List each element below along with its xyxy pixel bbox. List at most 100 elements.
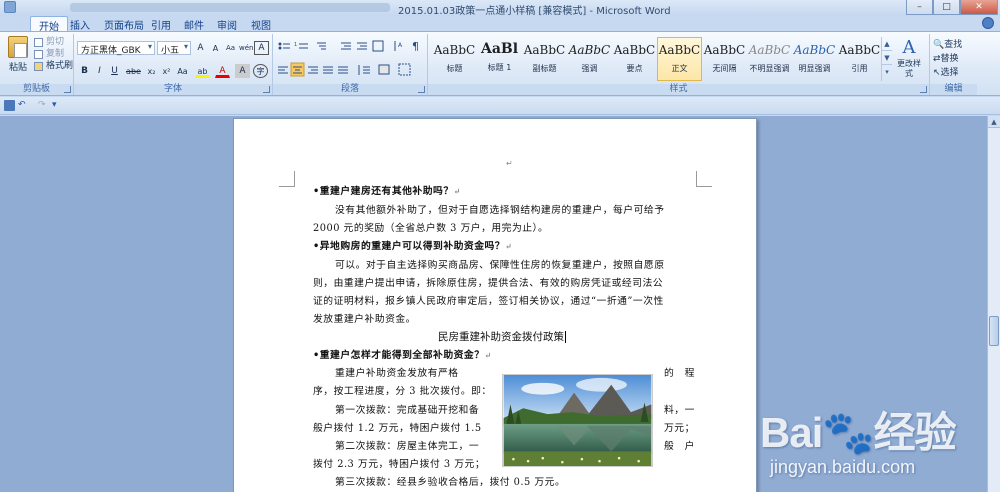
answer-3-right-5[interactable]: 般 户 (664, 438, 695, 452)
format-painter-button[interactable]: 格式刷 (34, 60, 73, 72)
paragraph-mark: ↵ (506, 159, 513, 168)
font-name-select[interactable]: 方正黑体_GBK (77, 41, 155, 56)
question-3[interactable]: •重建户怎样才能得到全部补助资金？↵ (313, 347, 492, 361)
undo-icon[interactable]: ↶ (18, 100, 29, 111)
shrink-font-button[interactable]: A (208, 41, 223, 55)
answer-2-line-4[interactable]: 发放重建户补助资金。 (313, 311, 416, 325)
question-1[interactable]: •重建户建房还有其他补助吗？↵ (313, 183, 461, 197)
answer-3-line-1[interactable]: 重建户补助资金发放有严格 (335, 365, 459, 379)
tab-review[interactable]: 审阅 (209, 16, 245, 32)
styles-launcher-icon[interactable] (920, 86, 927, 93)
answer-3-right-3[interactable]: 料，一 (664, 402, 695, 416)
gallery-down-icon[interactable]: ▼ (882, 51, 892, 65)
select-button[interactable]: ↖选择 (933, 66, 962, 80)
font-group-label: 字体 (74, 84, 272, 95)
tab-insert[interactable]: 插入 (62, 16, 98, 32)
change-styles-button[interactable]: A 更改样式 (894, 37, 924, 79)
scroll-thumb[interactable] (989, 316, 999, 346)
clipboard-group-label: 剪贴板 (0, 84, 73, 95)
style-sample: AaBbC (523, 43, 566, 57)
enclose-char-button[interactable]: 字 (253, 64, 268, 78)
char-border-button[interactable]: A (254, 41, 269, 55)
align-right-icon (308, 66, 318, 74)
answer-3-line-5[interactable]: 第二次拨款：房屋主体完工，一 (335, 438, 479, 452)
svg-text:A: A (398, 42, 403, 49)
customize-qat-icon[interactable]: ▾ (52, 100, 63, 111)
answer-3-line-4[interactable]: 般户拨付 1.2 万元，特困户拨付 1.5 (313, 420, 482, 434)
redo-icon[interactable]: ↷ (38, 100, 49, 111)
question-1-text: 重建户建房还有其他补助吗？ (319, 186, 454, 197)
font-launcher-icon[interactable] (263, 86, 270, 93)
document-page[interactable]: ↵ •重建户建房还有其他补助吗？↵ 没有其他额外补助了，但对于自愿选择钢结构建房… (233, 118, 757, 492)
style-strong[interactable]: AaBbC 要点 (612, 37, 657, 81)
office-button-area[interactable] (4, 1, 16, 13)
svg-text:1: 1 (294, 42, 297, 48)
copy-icon (34, 49, 43, 59)
section-title[interactable]: 民房重建补助资金拨付政策 (438, 329, 566, 344)
style-name: 要点 (626, 64, 643, 73)
gallery-up-icon[interactable]: ▲ (882, 37, 892, 51)
baidu-watermark: Bai🐾经验 jingyan.baidu.com (760, 395, 990, 490)
maximize-button[interactable]: □ (933, 0, 960, 15)
style-intense-emphasis[interactable]: AaBbC 明显强调 (792, 37, 837, 81)
font-size-select[interactable]: 小五 (157, 41, 191, 56)
style-emphasis[interactable]: AaBbC 强调 (567, 37, 612, 81)
replace-button[interactable]: ⇄替换 (933, 52, 962, 66)
char-shading-button[interactable]: A (235, 64, 250, 78)
style-quote[interactable]: AaBbC 引用 (837, 37, 882, 81)
answer-3-line-7[interactable]: 第三次拨款：经县乡验收合格后，拨付 0.5 万元。 (335, 474, 565, 488)
cut-button[interactable]: 剪切 (34, 36, 73, 48)
borders-icon (398, 63, 411, 76)
answer-3-line-3[interactable]: 第一次拨款：完成基础开挖和备 (335, 402, 479, 416)
answer-3-right-1[interactable]: 的 程 (664, 365, 695, 379)
style-heading-1[interactable]: AaBl 标题 1 (477, 37, 522, 81)
superscript-button[interactable]: x² (159, 64, 174, 78)
answer-2-line-2[interactable]: 则，由重建户提出申请，拆除原住房，提供合法、有效的购房凭证或经司法公 (313, 275, 663, 289)
bold-button[interactable]: B (77, 64, 92, 78)
style-subtitle[interactable]: AaBbC 副标题 (522, 37, 567, 81)
change-case-button[interactable]: Aa (175, 64, 190, 78)
paragraph-launcher-icon[interactable] (418, 86, 425, 93)
highlight-button[interactable]: ab (195, 64, 210, 78)
tab-view[interactable]: 视图 (243, 16, 279, 32)
style-normal[interactable]: AaBbC 正文 (657, 37, 702, 81)
tab-references[interactable]: 引用 (143, 16, 179, 32)
gallery-more-icon[interactable]: ▾ (882, 65, 892, 79)
close-button[interactable]: ✕ (960, 0, 998, 15)
tab-mailings[interactable]: 邮件 (176, 16, 212, 32)
minimize-button[interactable]: – (906, 0, 933, 15)
italic-button[interactable]: I (92, 64, 107, 78)
paste-button[interactable]: 粘贴 (4, 36, 32, 82)
answer-1-line-1[interactable]: 没有其他额外补助了，但对于自愿选择钢结构建房的重建户，每户可给予 (335, 202, 665, 216)
underline-button[interactable]: U (107, 64, 122, 78)
clear-format-button[interactable]: Aa (223, 41, 238, 55)
answer-2-line-1[interactable]: 可以。对于自主选择购买商品房、保障性住房的恢复重建户，按照自愿原 (335, 257, 665, 271)
phonetic-guide-button[interactable]: wén (238, 41, 253, 55)
subscript-button[interactable]: x₂ (144, 64, 159, 78)
question-2[interactable]: •异地购房的重建户可以得到补助资金吗？↵ (313, 238, 512, 252)
office-icon[interactable] (4, 1, 16, 13)
answer-2-line-3[interactable]: 证的证明材料，报乡镇人民政府审定后，签订相关协议，通过“一折通”一次性 (313, 293, 664, 307)
clipboard-launcher-icon[interactable] (64, 86, 71, 93)
answer-3-line-2[interactable]: 序，按工程进度，分 3 批次拨付。即： (313, 383, 492, 397)
show-marks-icon: ¶ (412, 40, 419, 53)
style-no-spacing[interactable]: AaBbC 无间隔 (702, 37, 747, 81)
copy-button[interactable]: 复制 (34, 48, 73, 60)
scroll-up-icon[interactable]: ▲ (988, 116, 1000, 128)
gallery-scroll[interactable]: ▲ ▼ ▾ (881, 37, 892, 81)
answer-1-line-2[interactable]: 2000 元的奖励（全省总户数 3 万户，用完为止）。 (313, 220, 548, 234)
answer-3-line-6[interactable]: 拨付 2.3 万元，特困户拨付 3 万元； (313, 456, 485, 470)
landscape-photo[interactable] (502, 374, 653, 467)
help-icon[interactable] (982, 17, 994, 29)
strikethrough-button[interactable]: abe (125, 64, 142, 78)
styles-group-label: 样式 (428, 84, 929, 95)
style-subtle-emphasis[interactable]: AaBbC 不明显强调 (747, 37, 792, 81)
save-icon[interactable] (4, 100, 15, 111)
grow-font-button[interactable]: A (193, 41, 208, 55)
font-color-button[interactable]: A (215, 64, 230, 78)
answer-3-right-4[interactable]: 万元； (664, 420, 695, 434)
paragraph-group-label: 段落 (273, 84, 427, 95)
find-button[interactable]: 🔍查找 (933, 38, 962, 52)
style-title[interactable]: AaBbC 标题 (432, 37, 477, 81)
paragraph-icons[interactable]: 1 A ¶ (273, 34, 428, 82)
